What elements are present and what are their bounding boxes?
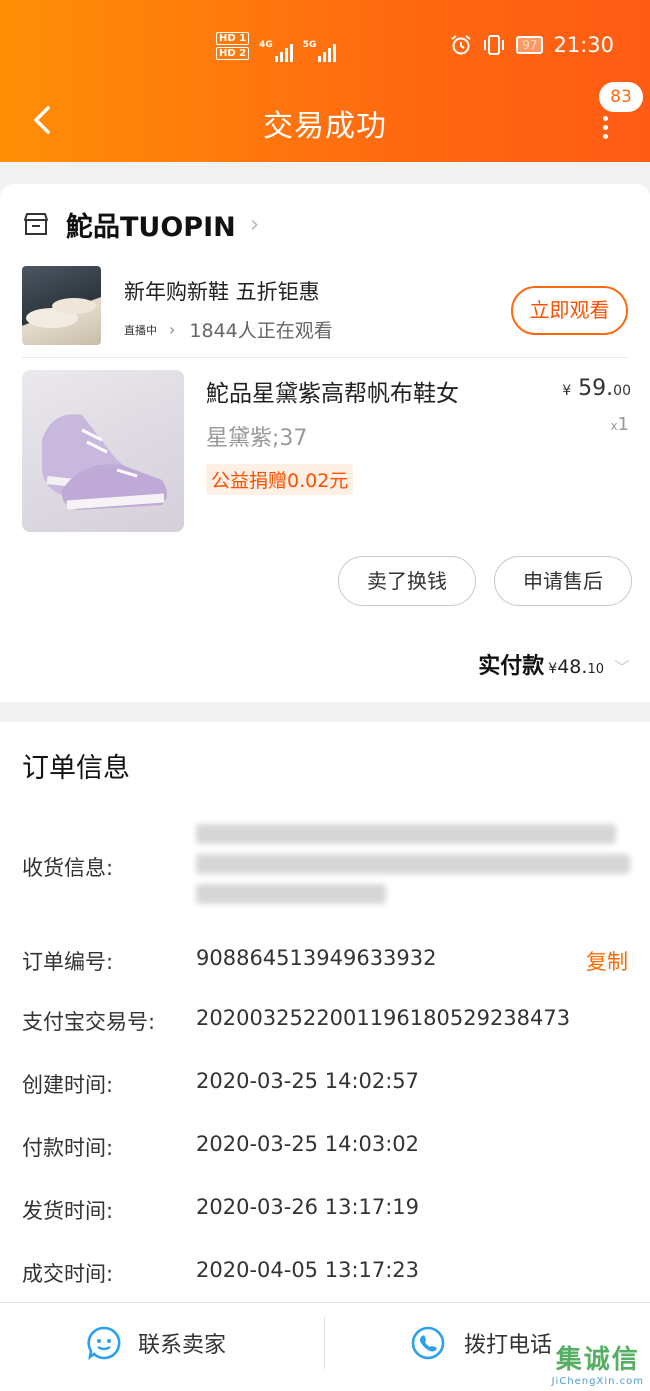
price-int: 59. (578, 376, 614, 401)
paid-amount[interactable]: 实付款 ¥ 48. 10 ﹀ (478, 648, 630, 680)
store-name: 鮀品TUOPIN (66, 211, 236, 243)
done-label: 成交时间: (22, 1262, 114, 1286)
after-sale-button[interactable]: 申请售后 (494, 556, 632, 606)
contact-seller-button[interactable]: 联系卖家 (86, 1325, 226, 1361)
paid-int: 48. (557, 656, 588, 678)
price-symbol: ¥ (562, 383, 572, 399)
paid-symbol: ¥ (548, 661, 558, 677)
signal-bars-icon (274, 40, 293, 62)
live-title: 新年购新鞋 五折钜惠 (124, 280, 320, 304)
live-thumbnail (22, 266, 101, 345)
order-no-value: 908864513949633932 (196, 946, 437, 970)
network-5g-label: 5G (302, 40, 317, 50)
page-title: 交易成功 (263, 109, 387, 144)
paid-time-value: 2020-03-25 14:03:02 (196, 1132, 420, 1156)
live-stream-banner[interactable]: 新年购新鞋 五折钜惠 直播中 › 1844人正在观看 立即观看 (22, 266, 628, 358)
store-icon (24, 213, 48, 235)
receiver-row: 收货信息: (22, 820, 630, 912)
shipped-value: 2020-03-26 13:17:19 (196, 1195, 420, 1219)
qty-prefix: x (610, 419, 618, 433)
alarm-icon (451, 35, 471, 55)
order-card: 鮀品TUOPIN › 新年购新鞋 五折钜惠 直播中 › 1844人正在观看 立即… (0, 184, 650, 702)
product-image (22, 370, 184, 532)
done-row: 成交时间: 2020-04-05 13:17:23 (22, 1258, 628, 1288)
copy-button[interactable]: 复制 (586, 946, 628, 976)
divider (324, 1317, 325, 1369)
paid-time-row: 付款时间: 2020-03-25 14:03:02 (22, 1132, 628, 1162)
message-count-badge: 83 (599, 82, 643, 112)
paid-label: 实付款 (478, 654, 545, 679)
hd-indicator: HD 1 HD 2 (216, 32, 250, 62)
hd2-label: HD 2 (216, 47, 250, 60)
receiver-redacted (196, 820, 630, 906)
paid-time-label: 付款时间: (22, 1136, 114, 1160)
store-link[interactable]: 鮀品TUOPIN › (22, 204, 259, 244)
done-value: 2020-04-05 13:17:23 (196, 1258, 420, 1282)
battery-icon: 97 (516, 36, 544, 54)
paid-dec: 10 (587, 662, 604, 677)
call-label: 拨打电话 (464, 1333, 553, 1358)
live-subline: 直播中 › 1844人正在观看 (124, 316, 333, 343)
watermark-cn: 集诚信 (555, 1345, 640, 1375)
chat-bubble-icon (87, 1326, 121, 1360)
app-header: HD 1 HD 2 4G 5G 97 21:30 交易成功 83 (0, 0, 650, 162)
product-sku: 星黛紫;37 (206, 426, 308, 451)
qty-value: 1 (617, 414, 629, 435)
call-button[interactable]: 拨打电话 (410, 1325, 552, 1361)
created-row: 创建时间: 2020-03-25 14:02:57 (22, 1069, 628, 1099)
shipped-row: 发货时间: 2020-03-26 13:17:19 (22, 1195, 628, 1225)
charity-tag: 公益捐赠0.02元 (206, 464, 354, 495)
product-name: 鮀品星黛紫高帮帆布鞋女 (206, 381, 459, 407)
chevron-right-icon: › (249, 210, 260, 238)
chevron-right-icon: › (169, 320, 176, 339)
created-value: 2020-03-25 14:02:57 (196, 1069, 420, 1093)
phone-icon (411, 1326, 445, 1360)
receiver-label: 收货信息: (22, 856, 114, 880)
live-viewers: 1844人正在观看 (189, 320, 333, 342)
more-menu-icon[interactable] (598, 116, 614, 139)
alipay-row: 支付宝交易号: 2020032522001196180529238473 (22, 1006, 628, 1036)
watermark: 集诚信 JiChengXin.com (552, 1339, 644, 1387)
watermark-en: JiChengXin.com (551, 1376, 644, 1387)
sell-button[interactable]: 卖了换钱 (338, 556, 476, 606)
signal-bars-icon (318, 40, 337, 62)
hd1-label: HD 1 (216, 32, 250, 45)
order-no-label: 订单编号: (22, 950, 114, 974)
live-status-tag: 直播中 (124, 323, 157, 337)
product-quantity: x1 (610, 414, 629, 435)
status-right: 97 21:30 (450, 33, 614, 57)
vibrate-icon (484, 35, 505, 55)
chevron-down-icon: ﹀ (613, 658, 630, 677)
product-item[interactable]: 鮀品星黛紫高帮帆布鞋女 星黛紫;37 公益捐赠0.02元 ¥ 59.00 x1 (22, 370, 631, 535)
network-4g-label: 4G (259, 40, 273, 50)
signal-group: HD 1 HD 2 4G 5G (216, 32, 337, 62)
contact-seller-label: 联系卖家 (138, 1333, 227, 1358)
order-info-title: 订单信息 (22, 753, 130, 784)
created-label: 创建时间: (22, 1073, 114, 1097)
order-info-section: 订单信息 收货信息: 订单编号: 908864513949633932 复制 支… (0, 722, 650, 1302)
shipped-label: 发货时间: (22, 1199, 114, 1223)
product-price: ¥ 59.00 (562, 376, 631, 401)
alipay-value: 2020032522001196180529238473 (196, 1006, 571, 1030)
status-bar: HD 1 HD 2 4G 5G 97 21:30 (0, 30, 650, 66)
alipay-label: 支付宝交易号: (22, 1010, 156, 1034)
bottom-action-bar: 联系卖家 拨打电话 集诚信 JiChengXin.com (0, 1302, 650, 1391)
watch-now-button[interactable]: 立即观看 (511, 286, 628, 335)
clock: 21:30 (553, 33, 614, 57)
order-no-row: 订单编号: 908864513949633932 复制 (22, 946, 628, 976)
price-dec: 00 (613, 383, 631, 399)
